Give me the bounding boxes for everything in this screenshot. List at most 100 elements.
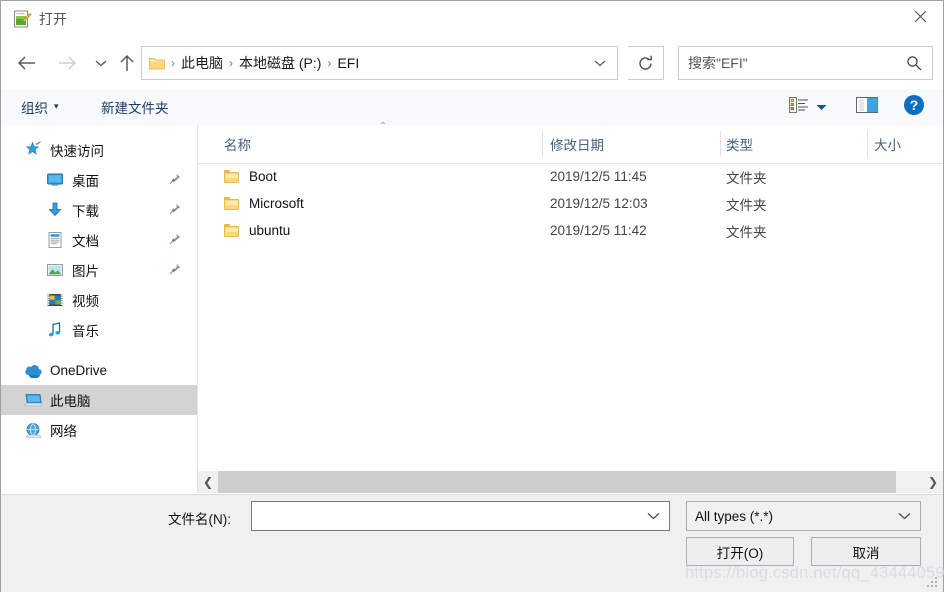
preview-pane-button[interactable] xyxy=(856,89,878,124)
file-name-cell: Boot xyxy=(224,169,277,184)
network-icon xyxy=(23,420,43,440)
navigation-pane: 快速访问 桌面 下载 文档 图片 视频 音乐 OneDrive 此电脑 网络 xyxy=(1,125,197,493)
scrollbar-track[interactable] xyxy=(218,471,923,493)
sidebar-item-network[interactable]: 网络 xyxy=(1,415,197,445)
breadcrumb-item-1[interactable]: 本地磁盘 (P:) xyxy=(239,53,321,73)
change-view-dropdown[interactable] xyxy=(816,89,827,124)
chevron-down-icon[interactable] xyxy=(898,502,911,530)
sidebar-item-desktop[interactable]: 桌面 xyxy=(1,165,197,195)
change-view-button[interactable] xyxy=(789,89,809,124)
column-label: 名称 xyxy=(224,137,251,153)
sort-ascending-icon: ⌃ xyxy=(378,121,388,132)
sidebar-label: 下载 xyxy=(72,204,99,219)
column-divider[interactable] xyxy=(867,131,868,157)
help-icon: ? xyxy=(903,94,925,119)
filename-input[interactable] xyxy=(251,501,670,531)
window-title: 打开 xyxy=(39,11,67,27)
new-folder-button[interactable]: 新建文件夹 xyxy=(101,89,169,124)
breadcrumb-item-0[interactable]: 此电脑 xyxy=(181,53,223,73)
table-row[interactable]: ubuntu 2019/12/5 11:42 文件夹 xyxy=(198,217,943,244)
chevron-down-icon[interactable] xyxy=(647,502,660,530)
column-header-type[interactable]: 类型 xyxy=(726,125,864,162)
scroll-left-arrow[interactable]: ❮ xyxy=(198,471,218,493)
sidebar-item-documents[interactable]: 文档 xyxy=(1,225,197,255)
sidebar-label: 音乐 xyxy=(72,324,99,339)
breadcrumb-item-2[interactable]: EFI xyxy=(337,55,359,71)
up-button[interactable] xyxy=(113,37,141,89)
file-type: 文件夹 xyxy=(726,170,767,186)
filename-label: 文件名(N): xyxy=(168,512,231,527)
recent-locations-button[interactable] xyxy=(89,37,113,89)
search-input[interactable]: 搜索"EFI" xyxy=(688,53,748,73)
pin-icon[interactable] xyxy=(169,263,181,278)
breadcrumb-separator-1: › xyxy=(229,56,233,70)
sidebar-item-music[interactable]: 音乐 xyxy=(1,315,197,345)
back-button[interactable] xyxy=(9,37,43,89)
sidebar-label: 图片 xyxy=(72,264,99,279)
navigation-bar: › 此电脑 › 本地磁盘 (P:) › EFI 搜索"EFI" xyxy=(1,37,943,89)
sidebar-label: 桌面 xyxy=(72,174,99,189)
table-row[interactable]: Boot 2019/12/5 11:45 文件夹 xyxy=(198,163,943,190)
open-button[interactable]: 打开(O) xyxy=(686,537,794,566)
column-header-date[interactable]: 修改日期 xyxy=(550,125,718,162)
organize-button[interactable]: 组织 ▾ xyxy=(21,89,59,124)
sidebar-item-pictures[interactable]: 图片 xyxy=(1,255,197,285)
pin-icon[interactable] xyxy=(169,173,181,188)
sidebar-item-quick-access[interactable]: 快速访问 xyxy=(1,135,197,165)
view-list-icon xyxy=(789,97,809,116)
column-divider[interactable] xyxy=(720,131,721,157)
pictures-icon xyxy=(45,260,65,280)
videos-icon xyxy=(45,290,65,310)
sidebar-item-videos[interactable]: 视频 xyxy=(1,285,197,315)
column-header-name[interactable]: ⌃ 名称 xyxy=(224,121,542,162)
address-bar[interactable]: › 此电脑 › 本地磁盘 (P:) › EFI xyxy=(141,46,618,80)
watermark: https://blog.csdn.net/qq_43444059 xyxy=(685,564,944,582)
folder-icon xyxy=(149,56,165,70)
file-type: 文件夹 xyxy=(726,224,767,240)
column-header-size[interactable]: 大小 xyxy=(874,125,940,162)
table-row[interactable]: Microsoft 2019/12/5 12:03 文件夹 xyxy=(198,190,943,217)
organize-label: 组织 xyxy=(21,100,48,116)
sidebar-label: 此电脑 xyxy=(50,394,91,409)
music-icon xyxy=(45,320,65,340)
scrollbar-thumb[interactable] xyxy=(218,471,896,493)
preview-pane-icon xyxy=(856,97,878,116)
desktop-icon xyxy=(45,170,65,190)
cancel-button[interactable]: 取消 xyxy=(811,537,921,566)
filetype-value: All types (*.*) xyxy=(695,508,774,524)
column-divider[interactable] xyxy=(542,131,543,157)
column-label: 类型 xyxy=(726,137,753,153)
search-box[interactable]: 搜索"EFI" xyxy=(678,46,933,80)
scroll-right-arrow[interactable]: ❯ xyxy=(923,471,943,493)
file-type: 文件夹 xyxy=(726,197,767,213)
sidebar-label: OneDrive xyxy=(50,362,108,378)
close-button[interactable] xyxy=(897,1,943,32)
horizontal-scrollbar[interactable]: ❮ ❯ xyxy=(198,471,943,493)
svg-text:?: ? xyxy=(910,97,919,113)
pin-icon[interactable] xyxy=(169,203,181,218)
file-date: 2019/12/5 11:42 xyxy=(550,223,647,238)
new-folder-label: 新建文件夹 xyxy=(101,100,169,116)
star-pin-icon xyxy=(23,140,43,160)
folder-icon xyxy=(224,224,239,237)
notepad-edit-icon xyxy=(13,10,32,29)
file-name: Microsoft xyxy=(249,196,304,211)
sidebar-item-downloads[interactable]: 下载 xyxy=(1,195,197,225)
refresh-button[interactable] xyxy=(628,46,664,80)
column-label: 修改日期 xyxy=(550,137,604,153)
pin-icon[interactable] xyxy=(169,233,181,248)
sidebar-item-onedrive[interactable]: OneDrive xyxy=(1,355,197,385)
chevron-down-icon: ▾ xyxy=(54,101,59,111)
title-bar: 打开 xyxy=(1,1,943,37)
sidebar-item-this-pc[interactable]: 此电脑 xyxy=(1,385,197,415)
onedrive-cloud-icon xyxy=(23,360,43,380)
address-dropdown-button[interactable] xyxy=(589,47,611,79)
chevron-down-icon xyxy=(816,99,827,114)
folder-icon xyxy=(224,170,239,183)
search-icon[interactable] xyxy=(906,47,922,79)
filetype-select[interactable]: All types (*.*) xyxy=(686,501,921,531)
help-button[interactable]: ? xyxy=(903,89,925,124)
sidebar-label: 视频 xyxy=(72,294,99,309)
